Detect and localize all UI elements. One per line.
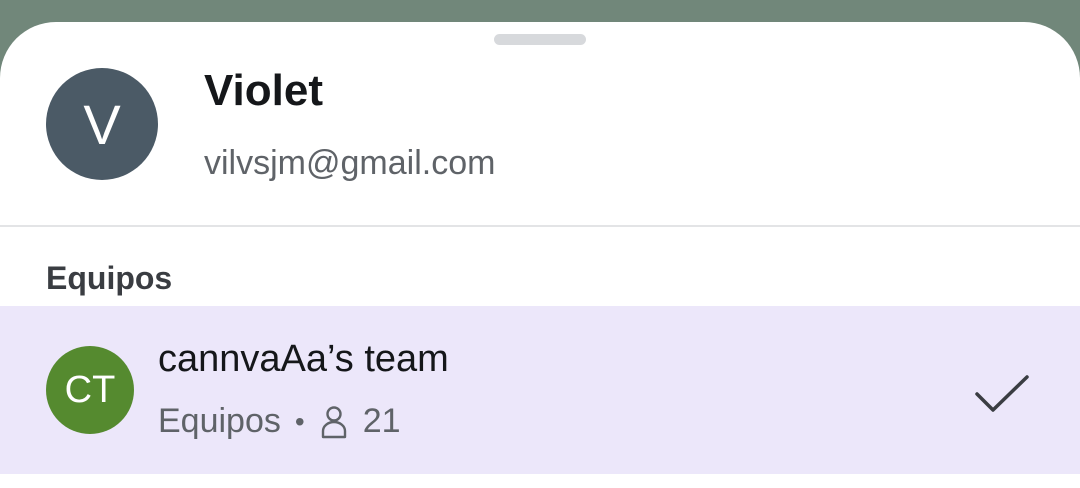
team-type: Equipos — [158, 402, 281, 440]
section-title-teams: Equipos — [46, 260, 173, 296]
divider — [0, 225, 1080, 227]
avatar-initial: V — [83, 92, 121, 156]
team-name: cannvaAa’s team — [158, 338, 449, 380]
person-icon — [321, 405, 346, 438]
team-avatar: CT — [46, 346, 134, 434]
team-member-count: 21 — [362, 402, 401, 440]
team-list-item[interactable]: CT cannvaAa’s team Equipos • 21 — [0, 306, 1080, 474]
checkmark-icon — [975, 375, 1029, 412]
account-switcher-sheet: V Violet vilvsjm@gmail.com Equipos CT ca… — [0, 22, 1080, 488]
separator-dot: • — [294, 405, 305, 437]
current-account: V Violet vilvsjm@gmail.com — [0, 22, 1080, 226]
account-name: Violet — [204, 66, 324, 115]
account-email: vilvsjm@gmail.com — [204, 144, 496, 182]
team-meta: Equipos • 21 — [158, 402, 401, 441]
team-avatar-initials: CT — [64, 368, 116, 411]
avatar: V — [46, 68, 158, 180]
